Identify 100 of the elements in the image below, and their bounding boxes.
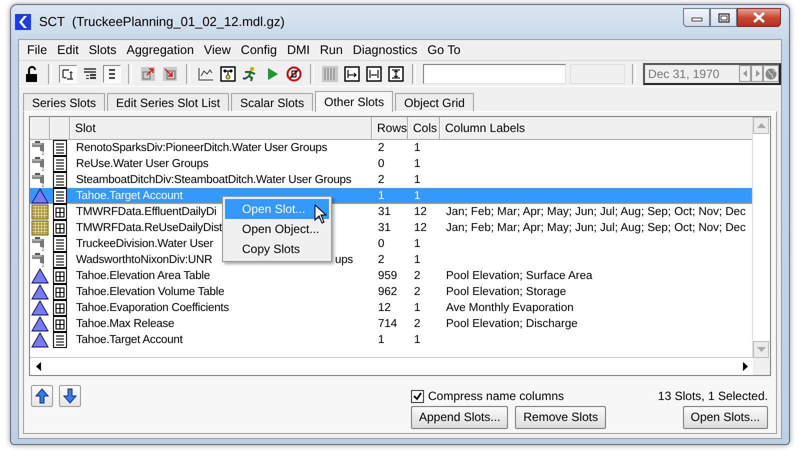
checkbox[interactable] [411,390,424,402]
column-header[interactable]: Rows [372,117,408,139]
menu-item[interactable]: Diagnostics [348,41,422,59]
table-cell: 714 [378,318,398,330]
list-icon [53,140,67,156]
table-icon [53,220,67,236]
table-cell: SteamboatDitchDiv:SteamboatDitch.Water User Groups [76,174,352,186]
table-cell: 1 [414,238,420,250]
column-header[interactable]: Cols [408,117,440,139]
maximize-button[interactable] [710,8,737,27]
minimize-button[interactable] [683,8,710,27]
swap-view-icon [61,66,75,80]
table-cell: 1 [414,254,420,266]
table-cell: 31 [378,222,391,234]
table-cell: 2 [414,270,420,282]
fit-width-button[interactable] [365,64,383,82]
checkbox-label: Compress name columns [428,389,564,403]
tab[interactable]: Edit Series Slot List [107,93,230,111]
table-cell: RenotoSparksDiv:PioneerDitch.Water User Groups [76,142,328,154]
right-arrow-icon [742,362,748,371]
table-cell: 1 [378,190,384,202]
table-cell: 1 [414,142,420,154]
action-button[interactable]: Append Slots... [411,406,508,428]
date-field[interactable]: Dec 31, 1970 [643,62,781,84]
fit-width-icon [366,66,382,82]
tab[interactable]: Series Slots [23,93,106,111]
menu-item[interactable]: File [22,41,52,59]
menu-item[interactable]: Run [314,41,348,59]
action-button[interactable]: Remove Slots [515,406,606,428]
table-icon [53,268,67,284]
up-arrow-icon [35,388,49,404]
close-arrow-button[interactable] [161,64,179,82]
schematic-button[interactable] [219,64,237,82]
menu-item[interactable]: Slots [84,41,122,59]
close-button[interactable] [737,8,781,27]
list-view-button[interactable] [103,64,121,82]
stop-button[interactable] [285,64,303,82]
menu-item[interactable]: DMI [282,41,315,59]
table-cell: Pool Elevation; Surface Area [446,270,592,282]
input-field[interactable] [423,64,566,84]
list-icon [53,172,67,188]
triangle-icon [31,268,49,284]
tab[interactable]: Scalar Slots [231,93,314,111]
play-icon [265,66,279,80]
table-cell: ReUse.Water User Groups [76,158,208,170]
maximize-icon [718,12,730,22]
left-arrow-icon [742,70,748,77]
table-cell: Tahoe.Target Account [76,190,183,202]
align-right-button[interactable] [343,64,361,82]
triangle-icon [31,332,49,348]
move-up-button[interactable] [31,385,53,407]
move-down-button[interactable] [59,385,81,407]
table-cell: Jan; Feb; Mar; Apr; May; Jun; Jul; Aug; Sep; Oct; Nov; Dec [446,206,746,218]
table-cell: 959 [378,270,398,282]
table-cell: 2 [378,142,384,154]
table-cell: 1 [378,334,384,346]
menu-item[interactable]: Aggregation [122,41,199,59]
table-cell: Tahoe.Max Release [76,318,174,330]
list-icon [53,188,67,204]
table-cell: 1 [414,190,420,202]
action-button[interactable]: Open Slots... [682,406,768,428]
table-cell: WadsworthtoNixonDiv:UNR [76,254,212,266]
table-cell: 12 [414,206,427,218]
table-icon [53,204,67,220]
menu-item[interactable]: Edit [52,41,84,59]
table-cell: 1 [414,174,420,186]
table-cell: Tahoe.Elevation Volume Table [76,286,224,298]
grid-icon [31,220,49,236]
globe-icon [765,68,777,80]
menu-item[interactable]: View [198,41,236,59]
unlocked-lock-icon [25,66,39,82]
table-cell: Jan; Feb; Mar; Apr; May; Jun; Jul; Aug; Sep; Oct; Nov; Dec [446,222,746,234]
globe-button[interactable] [763,65,779,82]
list-view-icon [107,66,117,80]
triangle-icon [31,300,49,316]
table-cell: Tahoe.Evaporation Coefficients [76,302,229,314]
table-cell: 1 [414,302,420,314]
list-icon [53,252,67,268]
table-cell: Pool Elevation; Storage [446,286,566,298]
tab[interactable]: Object Grid [395,93,474,111]
window-title: SCT (TruckeePlanning_01_02_12.mdl.gz) [39,14,285,29]
table-cell: 0 [378,158,384,170]
triangle-icon [31,316,49,332]
column-header[interactable]: Slot [70,117,372,139]
fit-height-button[interactable] [387,64,405,82]
fit-height-icon [388,66,404,82]
menu-item[interactable]: Go To [422,41,466,59]
app-icon [15,14,31,30]
table-cell: Tahoe.Elevation Area Table [76,270,210,282]
tab[interactable]: Other Slots [315,91,394,112]
runner-icon [242,66,258,82]
stop-icon [286,66,302,82]
swap-view-button[interactable] [59,64,77,82]
menu-item[interactable]: Open Object... [225,219,329,239]
menu-item[interactable]: Copy Slots [225,239,329,259]
down-arrow-icon [63,388,77,404]
table-icon [53,316,67,332]
up-arrow-icon [756,123,766,128]
open-arrow-button[interactable] [139,64,157,82]
menu-item[interactable]: Config [236,41,282,59]
